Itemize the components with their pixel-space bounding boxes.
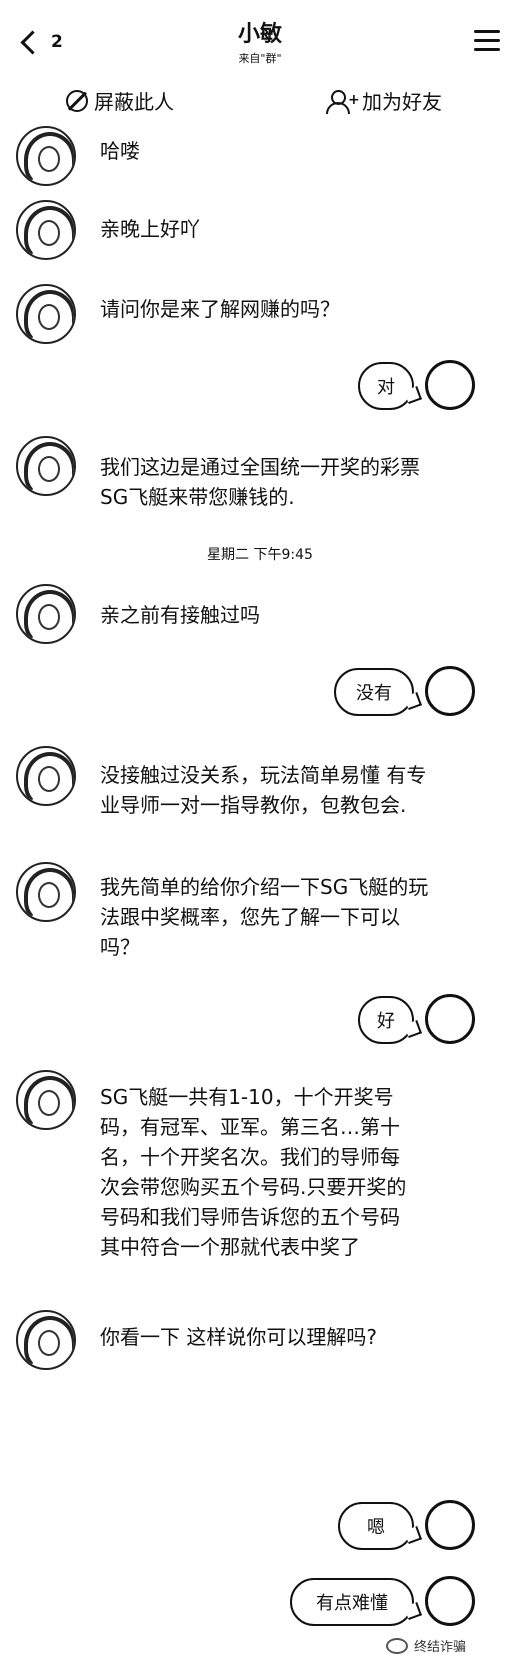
wechat-icon (386, 1637, 408, 1654)
avatar[interactable] (16, 1070, 76, 1130)
self-message-bubble: 对 (358, 362, 414, 410)
avatar[interactable] (16, 200, 76, 260)
unread-count: 2 (51, 32, 63, 52)
page-title: 小敏 (237, 22, 282, 47)
menu-button[interactable] (474, 30, 500, 52)
watermark-text: 终结诈骗 (414, 1640, 467, 1655)
top-bar: 2 小敏 来自"群" (0, 0, 520, 80)
self-message-bubble: 没有 (334, 668, 414, 716)
self-avatar[interactable] (425, 360, 475, 410)
action-bar: 屏蔽此人 + 加为好友 (0, 80, 520, 126)
self-avatar[interactable] (425, 994, 475, 1044)
avatar[interactable] (16, 284, 76, 344)
avatar[interactable] (16, 746, 76, 806)
avatar[interactable] (16, 584, 76, 644)
timestamp: 星期二 下午9:45 (207, 547, 313, 563)
self-avatar[interactable] (425, 1576, 475, 1626)
message-text: 请问你是来了解网赚的吗？ (100, 297, 340, 321)
chevron-left-icon (20, 29, 45, 55)
self-message-bubble: 嗯 (338, 1502, 414, 1550)
ban-icon (66, 89, 88, 112)
avatar[interactable] (16, 1310, 76, 1370)
message-text: 我先简单的给你介绍一下SG飞艇的玩法跟中奖概率，您先了解一下可以吗？ (100, 875, 429, 959)
block-user-button[interactable]: 屏蔽此人 (66, 86, 174, 115)
page-subtitle: 来自"群" (238, 52, 282, 65)
message-text: 亲晚上好吖 (100, 217, 200, 241)
self-avatar[interactable] (425, 1500, 475, 1550)
message-text: 没接触过没关系，玩法简单易懂 有专业导师一对一指导教你，包教包会. (100, 763, 427, 817)
title-area: 小敏 来自"群" (160, 16, 360, 66)
self-avatar[interactable] (425, 666, 475, 716)
avatar[interactable] (16, 436, 76, 496)
self-message-bubble: 有点难懂 (290, 1578, 414, 1626)
avatar[interactable] (16, 862, 76, 922)
block-user-label: 屏蔽此人 (94, 90, 174, 114)
avatar[interactable] (16, 126, 76, 186)
add-friend-button[interactable]: + 加为好友 (326, 86, 442, 115)
watermark: 终结诈骗 (386, 1636, 466, 1655)
menu-icon (474, 30, 500, 33)
message-text: 亲之前有接触过吗 (100, 603, 260, 627)
message-text: 我们这边是通过全国统一开奖的彩票SG飞艇来带您赚钱的. (100, 455, 420, 509)
back-button[interactable]: 2 (18, 22, 78, 62)
message-text: SG飞艇一共有1-10，十个开奖号码，有冠军、亚军。第三名…第十名，十个开奖名次… (100, 1085, 407, 1259)
add-friend-label: 加为好友 (362, 90, 442, 114)
message-text: 哈喽 (100, 139, 140, 163)
add-user-icon: + (326, 89, 360, 114)
message-text: 你看一下 这样说你可以理解吗? (100, 1325, 377, 1349)
self-message-bubble: 好 (358, 996, 414, 1044)
